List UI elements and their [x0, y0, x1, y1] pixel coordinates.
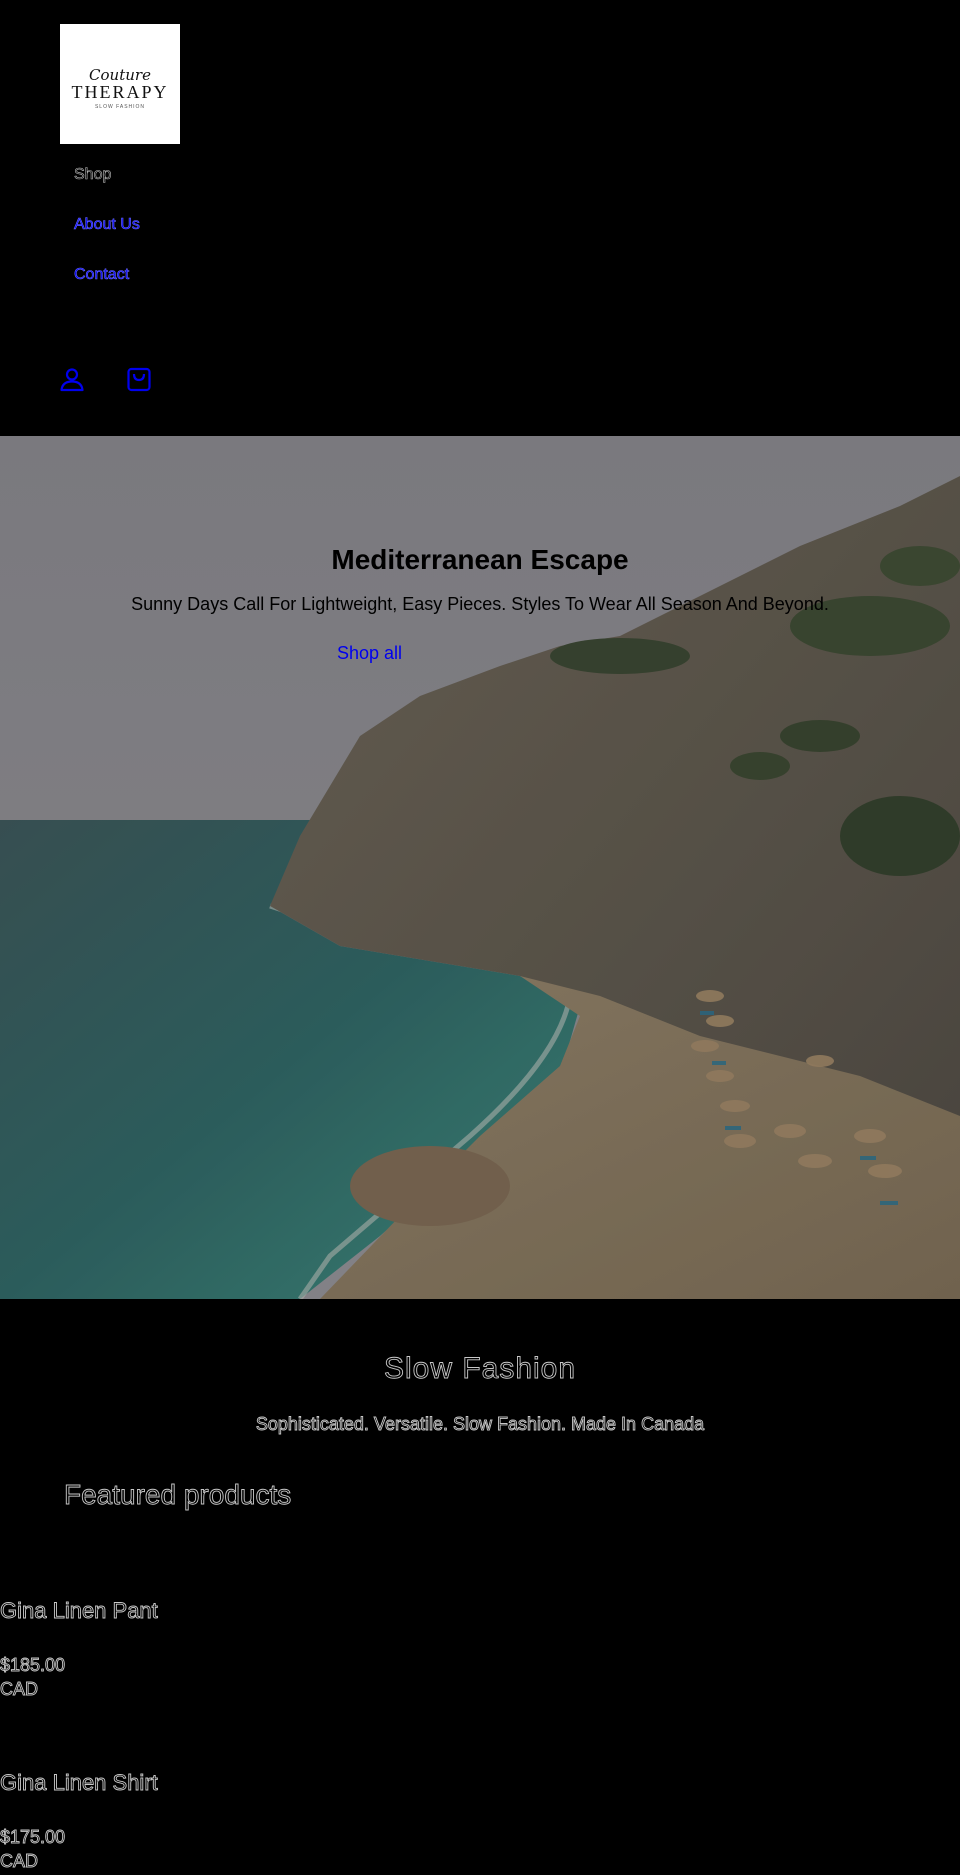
product-price-currency: CAD: [0, 1851, 39, 1872]
main-navigation: Shop About Us Contact: [74, 165, 140, 315]
logo-tagline-text: SLOW FASHION: [94, 104, 146, 111]
product-price-currency: CAD: [0, 1679, 39, 1700]
hero-banner: Mediterranean Escape Sunny Days Call For…: [0, 436, 960, 1299]
product-price: $185.00 CAD: [0, 1653, 100, 1701]
store-logo[interactable]: Couture THERAPY SLOW FASHION: [60, 24, 180, 144]
product-price-amount: $185.00: [0, 1655, 66, 1676]
nav-item-about-us[interactable]: About Us: [74, 215, 140, 235]
product-name-link[interactable]: Gina Linen Pant: [0, 1598, 158, 1624]
account-button[interactable]: [57, 364, 87, 394]
product-name-link[interactable]: Gina Linen Shirt: [0, 1770, 158, 1796]
nav-item-shop[interactable]: Shop: [74, 165, 140, 185]
logo-script-text: Couture: [89, 65, 151, 84]
featured-products-title: Featured products: [64, 1479, 292, 1511]
product-price-amount: $175.00: [0, 1827, 66, 1848]
section-subtitle: Sophisticated. Versatile. Slow Fashion. …: [255, 1414, 705, 1435]
nav-item-contact[interactable]: Contact: [74, 265, 140, 285]
hero-title: Mediterranean Escape: [331, 544, 629, 575]
page: Couture THERAPY SLOW FASHION Shop About …: [0, 0, 960, 1875]
section-title-slow-fashion: Slow Fashion: [383, 1352, 577, 1386]
account-icon: [60, 368, 84, 392]
shop-all-link[interactable]: Shop all: [337, 643, 402, 664]
cart-button[interactable]: [124, 364, 154, 394]
hero-subtitle: Sunny Days Call For Lightweight, Easy Pi…: [131, 594, 829, 614]
cart-icon: [127, 367, 151, 392]
logo-word-text: THERAPY: [71, 81, 169, 102]
product-price: $175.00 CAD: [0, 1825, 100, 1873]
